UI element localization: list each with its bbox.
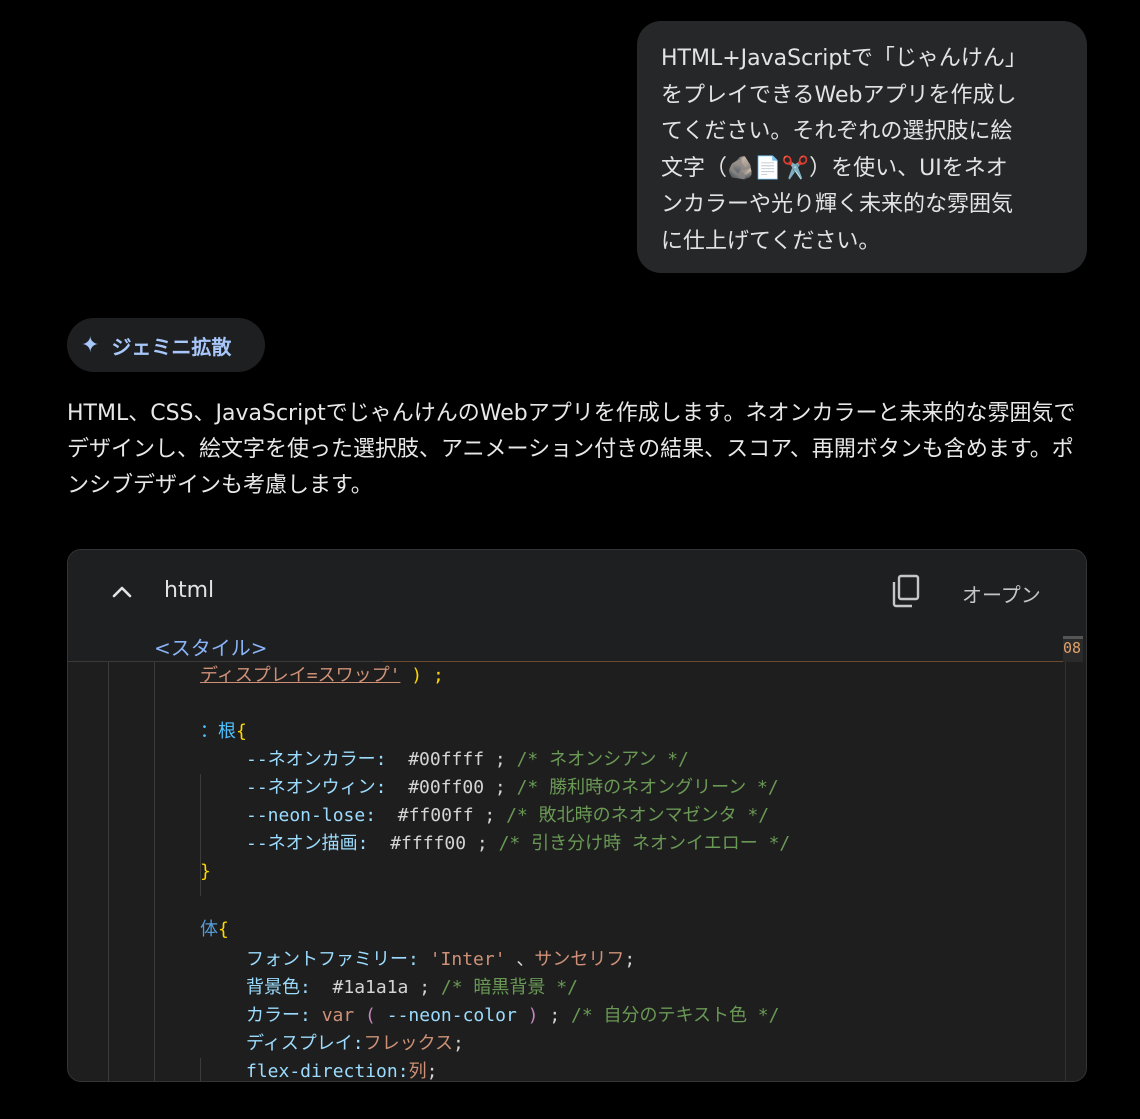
code-line: カラー: var ( --neon-color ) ; /* 自分のテキスト色 … [246, 1005, 780, 1026]
model-chip[interactable]: ✦ ジェミニ拡散 [67, 318, 265, 372]
code-scrollbar-track[interactable] [1065, 662, 1066, 1081]
code-line: --ネオンカラー: #00ffff ; /* ネオンシアン */ [246, 749, 689, 770]
indent-guide [108, 662, 109, 1081]
sparkle-icon: ✦ [81, 332, 100, 358]
model-chip-label: ジェミニ拡散 [111, 334, 232, 359]
user-message-bubble: HTML+JavaScriptで「じゃんけん」 をプレイできるWebアプリを作成… [637, 21, 1087, 273]
chevron-up-icon[interactable] [108, 578, 136, 606]
code-line: --ネオンウィン: #00ff00 ; /* 勝利時のネオングリーン */ [246, 777, 779, 798]
copy-icon[interactable] [891, 574, 921, 608]
code-overflow-edge: 08 [1063, 636, 1083, 665]
code-language-label: html [164, 578, 215, 603]
code-line: flex-direction:列; [246, 1061, 438, 1082]
sticky-style-tag: <スタイル> [154, 636, 268, 660]
code-block-header: html オープン [68, 550, 1086, 632]
assistant-response-text: HTML、CSS、JavaScriptでじゃんけんのWebアプリを作成します。ネ… [67, 401, 1076, 498]
code-line: フォントファミリー: 'Inter' 、サンセリフ; [246, 949, 636, 970]
indent-guide [200, 1058, 201, 1081]
code-line: 体{ [200, 919, 229, 940]
code-line: ：根{ [200, 721, 247, 742]
open-button[interactable]: オープン [962, 579, 1041, 608]
code-editor[interactable]: ディスプレイ=スワップ' ) ; ：根{ --ネオンカラー: #00ffff ;… [68, 662, 1086, 1082]
code-sticky-scroll: <スタイル> 08 [68, 632, 1086, 665]
code-line: ディスプレイ=スワップ' ) ; [200, 665, 444, 686]
code-line: --neon-lose: #ff00ff ; /* 敗北時のネオンマゼンタ */ [246, 805, 770, 826]
code-line: ディスプレイ:フレックス; [246, 1033, 464, 1054]
indent-guide [154, 662, 155, 1081]
code-line: --ネオン描画: #ffff00 ; /* 引き分け時 ネオンイエロー */ [246, 833, 791, 854]
code-line: 背景色: #1a1a1a ; /* 暗黒背景 */ [246, 977, 578, 998]
code-line: } [200, 861, 211, 882]
code-block: html オープン <スタイル> 08 ディスプレイ=スワップ' ) ; ：根{… [67, 549, 1087, 1082]
